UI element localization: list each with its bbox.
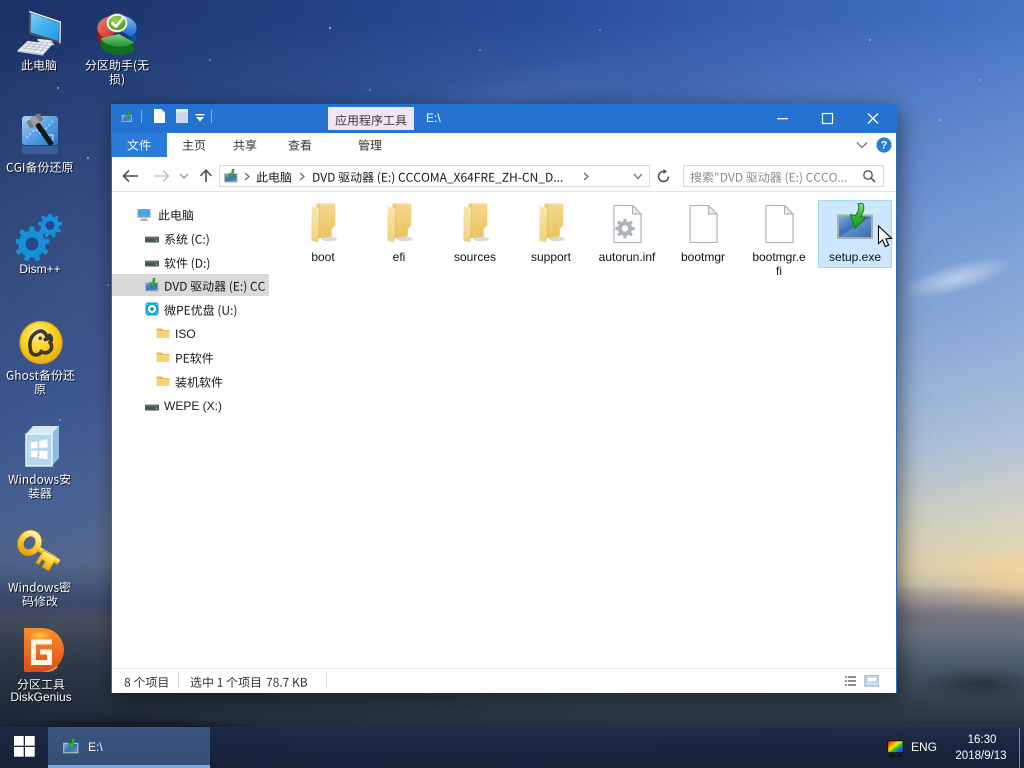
svg-text:?: ? — [881, 140, 888, 152]
